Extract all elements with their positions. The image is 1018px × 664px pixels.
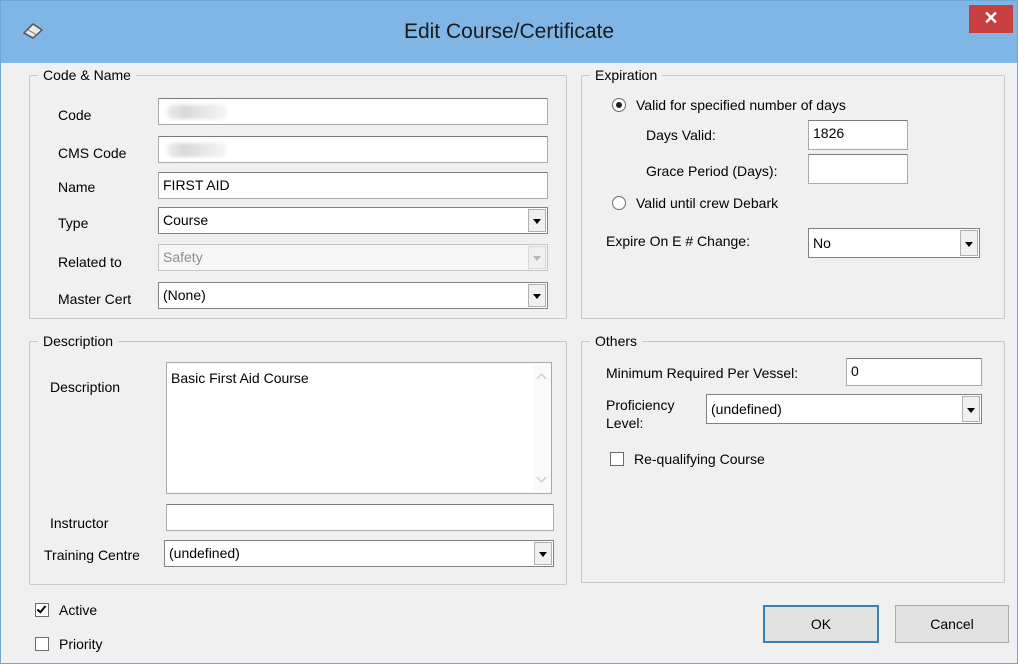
title-bar[interactable]: Edit Course/Certificate ✕ xyxy=(1,1,1017,63)
code-name-legend: Code & Name xyxy=(38,67,136,83)
description-value: Basic First Aid Course xyxy=(171,370,309,386)
expiration-legend: Expiration xyxy=(590,67,663,83)
edit-course-dialog: Edit Course/Certificate ✕ Code & Name Co… xyxy=(0,0,1018,664)
chevron-down-icon xyxy=(965,242,973,247)
radio-selected-dot xyxy=(616,102,622,108)
valid-until-debark-radio[interactable] xyxy=(612,196,626,210)
code-input[interactable] xyxy=(158,98,548,125)
grace-period-label: Grace Period (Days): xyxy=(646,163,778,179)
type-label: Type xyxy=(58,215,89,231)
instructor-label: Instructor xyxy=(50,515,109,531)
chevron-down-icon xyxy=(533,294,541,299)
valid-days-label[interactable]: Valid for specified number of days xyxy=(636,96,846,114)
checkmark-icon xyxy=(36,603,47,614)
code-label: Code xyxy=(58,107,92,123)
related-to-label: Related to xyxy=(58,254,122,270)
master-cert-dropdown-button[interactable] xyxy=(528,284,546,307)
valid-until-debark-label[interactable]: Valid until crew Debark xyxy=(636,194,778,212)
proficiency-dropdown-button[interactable] xyxy=(962,396,980,422)
expire-dropdown-button[interactable] xyxy=(960,230,978,256)
master-cert-value: (None) xyxy=(163,287,206,303)
instructor-input[interactable] xyxy=(166,504,554,531)
proficiency-level-value: (undefined) xyxy=(711,401,782,417)
priority-label[interactable]: Priority xyxy=(59,635,103,653)
ok-button[interactable]: OK xyxy=(763,605,879,643)
others-legend: Others xyxy=(590,333,643,349)
training-centre-select[interactable]: (undefined) xyxy=(164,540,554,567)
grace-period-input[interactable] xyxy=(808,154,908,184)
dialog-body: Code & Name Code CMS Code Name FIRST AID… xyxy=(7,63,1011,659)
expire-on-change-label: Expire On E # Change: xyxy=(606,233,750,249)
training-centre-label: Training Centre xyxy=(44,547,140,563)
minimum-required-input[interactable]: 0 xyxy=(846,358,982,386)
training-centre-dropdown-button[interactable] xyxy=(534,542,552,565)
chevron-down-icon xyxy=(967,408,975,413)
name-label: Name xyxy=(58,179,96,195)
description-textarea[interactable]: Basic First Aid Course xyxy=(166,362,552,494)
days-valid-label: Days Valid: xyxy=(646,127,716,143)
chevron-down-icon xyxy=(533,219,541,224)
related-to-dropdown-button xyxy=(528,246,546,269)
proficiency-label-line2: Level: xyxy=(606,415,644,431)
related-to-value: Safety xyxy=(163,249,203,265)
expire-on-change-select[interactable]: No xyxy=(808,228,980,258)
days-valid-input[interactable]: 1826 xyxy=(808,120,908,150)
chevron-down-icon xyxy=(533,256,541,261)
proficiency-label-line1: Proficiency xyxy=(606,397,675,413)
related-to-select: Safety xyxy=(158,244,548,271)
expiration-group: Expiration Valid for specified number of… xyxy=(581,67,1005,319)
training-centre-value: (undefined) xyxy=(169,545,240,561)
scroll-up-icon[interactable] xyxy=(536,373,547,384)
chevron-down-icon xyxy=(539,552,547,557)
close-button[interactable]: ✕ xyxy=(969,5,1013,33)
code-name-group: Code & Name Code CMS Code Name FIRST AID… xyxy=(29,67,567,319)
type-select[interactable]: Course xyxy=(158,207,548,234)
redacted-value xyxy=(167,105,227,119)
redacted-value xyxy=(167,143,227,157)
minimum-required-label: Minimum Required Per Vessel: xyxy=(606,365,799,381)
description-legend: Description xyxy=(38,333,119,349)
window-title: Edit Course/Certificate xyxy=(403,20,615,43)
valid-days-radio[interactable] xyxy=(612,98,626,112)
close-icon: ✕ xyxy=(983,8,999,28)
cms-code-label: CMS Code xyxy=(58,145,127,161)
master-cert-select[interactable]: (None) xyxy=(158,282,548,309)
others-group: Others Minimum Required Per Vessel: 0 Pr… xyxy=(581,333,1005,583)
cms-code-input[interactable] xyxy=(158,136,548,163)
master-cert-label: Master Cert xyxy=(58,291,132,307)
description-scrollbar[interactable] xyxy=(533,363,551,493)
name-input[interactable]: FIRST AID xyxy=(158,172,548,199)
active-label[interactable]: Active xyxy=(59,601,97,619)
description-group: Description Description Basic First Aid … xyxy=(29,333,567,585)
scroll-down-icon[interactable] xyxy=(536,472,547,483)
type-dropdown-button[interactable] xyxy=(528,209,546,232)
requalifying-label[interactable]: Re-qualifying Course xyxy=(634,450,765,468)
cancel-button[interactable]: Cancel xyxy=(895,605,1009,643)
active-checkbox[interactable] xyxy=(35,603,49,617)
proficiency-level-select[interactable]: (undefined) xyxy=(706,394,982,424)
priority-checkbox[interactable] xyxy=(35,637,49,651)
description-label: Description xyxy=(50,379,121,395)
type-value: Course xyxy=(163,212,209,228)
requalifying-checkbox[interactable] xyxy=(610,452,624,466)
expire-on-change-value: No xyxy=(813,235,831,251)
